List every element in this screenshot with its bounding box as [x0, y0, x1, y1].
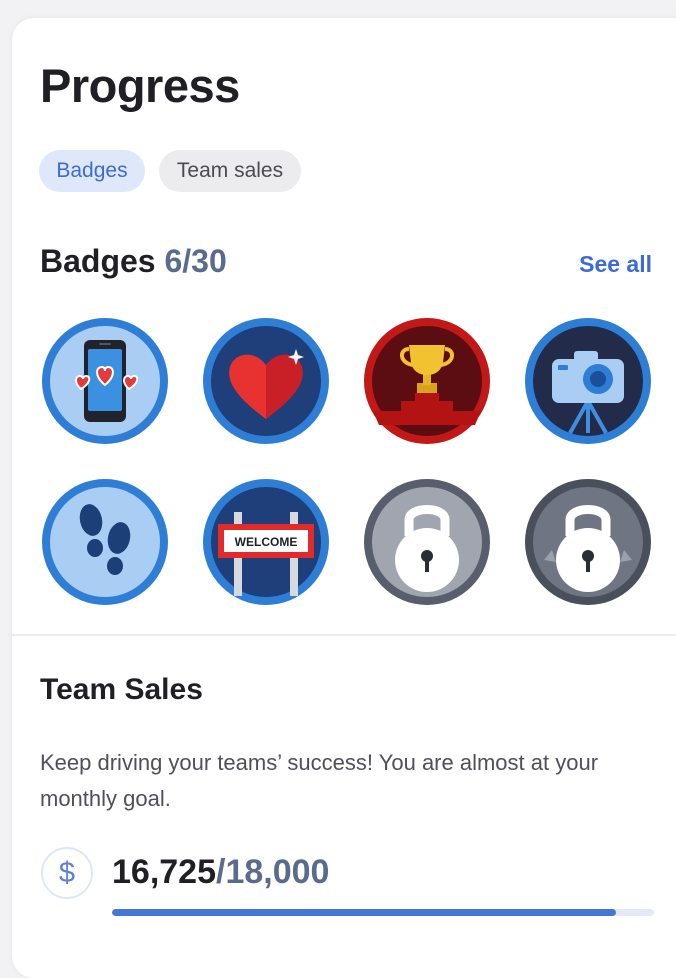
footprints-icon — [42, 479, 168, 605]
camera-icon — [525, 318, 651, 444]
badges-heading: Badges 6/30 — [40, 243, 227, 280]
welcome-sign-icon: WELCOME — [203, 479, 329, 605]
badge-trophy[interactable] — [361, 315, 493, 447]
badge-camera[interactable] — [522, 315, 654, 447]
badge-welcome[interactable]: WELCOME — [200, 476, 332, 608]
badges-count: 6/30 — [164, 243, 227, 279]
page-title: Progress — [40, 59, 240, 112]
sales-goal: /18,000 — [216, 853, 330, 891]
padlock-icon — [364, 479, 490, 605]
trophy-icon — [364, 318, 490, 444]
welcome-sign-text: WELCOME — [235, 535, 298, 549]
dollar-icon: $ — [41, 847, 93, 899]
sales-current: 16,725 — [112, 853, 216, 891]
tab-team-sales[interactable]: Team sales — [159, 150, 301, 192]
tab-badges[interactable]: Badges — [39, 150, 145, 192]
sales-progress-fill — [112, 909, 616, 916]
sales-progress-bar — [112, 909, 654, 916]
badge-footprints[interactable] — [39, 476, 171, 608]
badge-locked-2[interactable] — [522, 476, 654, 608]
badge-heart[interactable] — [200, 315, 332, 447]
badge-phone-hearts[interactable] — [39, 315, 171, 447]
badge-locked-1[interactable] — [361, 476, 493, 608]
badges-heading-label: Badges — [40, 243, 156, 279]
phone-hearts-icon — [42, 318, 168, 444]
team-sales-title: Team Sales — [40, 673, 203, 706]
heart-icon — [203, 318, 329, 444]
see-all-link[interactable]: See all — [579, 251, 652, 278]
sales-amount: 16,725/18,000 — [112, 853, 329, 892]
padlock-icon — [525, 479, 651, 605]
section-divider — [12, 634, 676, 636]
team-sales-description: Keep driving your teams’ success! You ar… — [40, 750, 599, 811]
